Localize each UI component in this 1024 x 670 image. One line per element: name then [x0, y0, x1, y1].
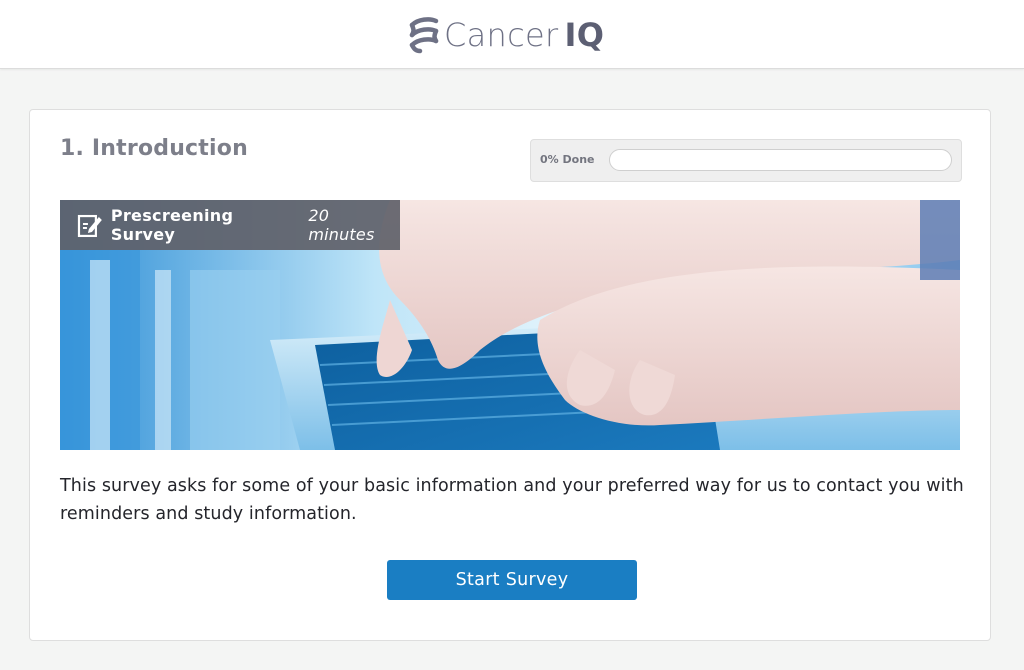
edit-document-icon: [77, 214, 102, 238]
progress-bar: [609, 149, 952, 171]
survey-duration: 20 minutes: [308, 206, 375, 244]
brand-name-bold: IQ: [564, 16, 605, 54]
start-survey-button[interactable]: Start Survey: [387, 560, 637, 600]
survey-description: This survey asks for some of your basic …: [60, 476, 964, 524]
progress-panel: 0% Done: [530, 139, 962, 182]
brand-name: Cancer IQ: [444, 16, 604, 54]
section-title: 1. Introduction: [60, 136, 248, 161]
top-header: Cancer IQ: [0, 0, 1024, 69]
brand-name-light: Cancer: [444, 16, 559, 54]
progress-label: 0% Done: [540, 153, 595, 166]
cancer-iq-logo[interactable]: Cancer IQ: [408, 14, 604, 56]
cancer-iq-logo-icon: [409, 17, 439, 54]
survey-name: Prescreening Survey: [110, 206, 234, 244]
survey-banner: Prescreening Survey 20 minutes: [60, 200, 400, 250]
survey-card: 1. Introduction 0% Done Prescreening Sur…: [29, 109, 991, 641]
hero-image: Prescreening Survey 20 minutes: [60, 200, 960, 450]
